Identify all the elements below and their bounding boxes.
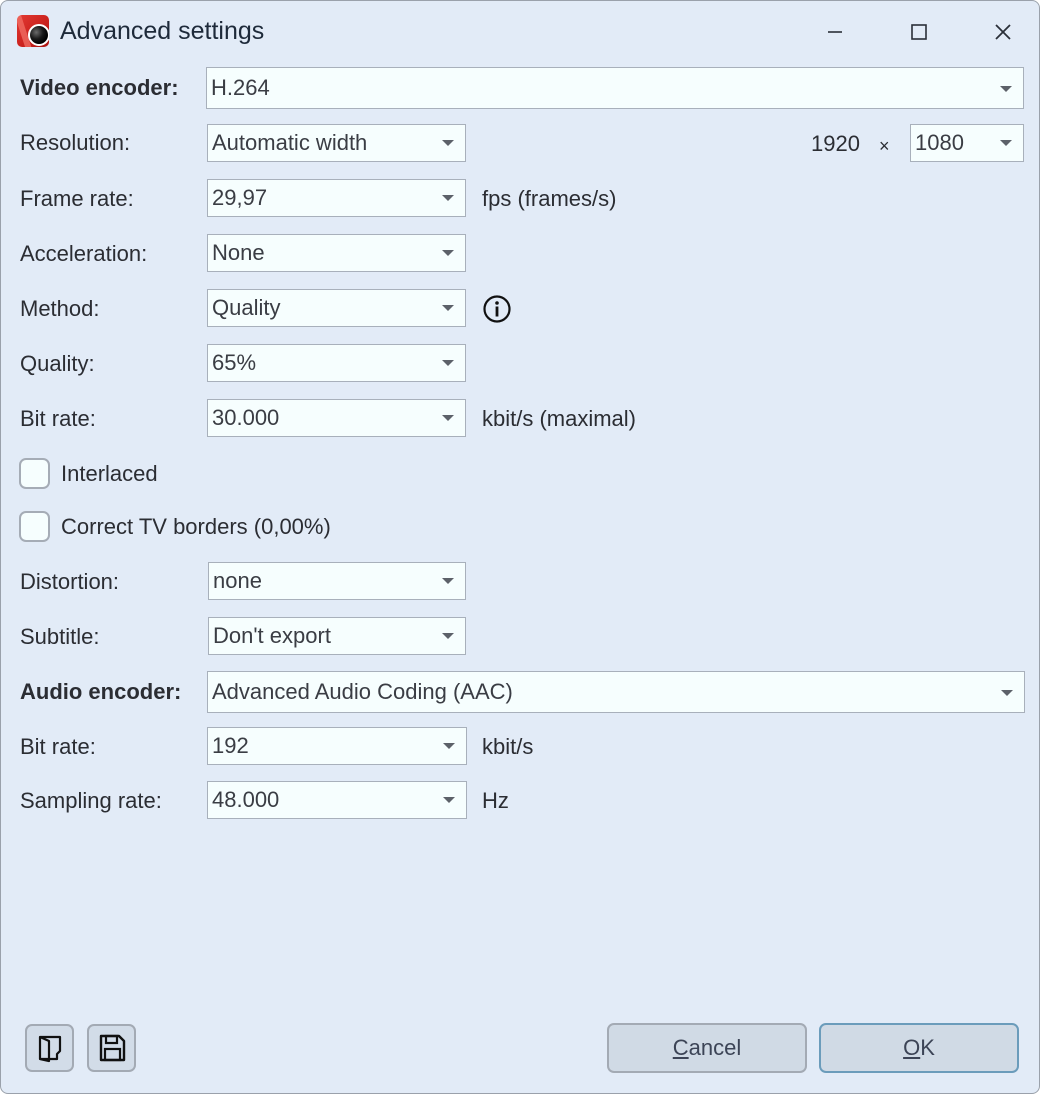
frame-rate-label: Frame rate:	[20, 186, 134, 211]
video-bit-rate-select[interactable]: 30.000	[207, 399, 466, 437]
resolution-height-select[interactable]: 1080	[910, 124, 1024, 162]
quality-label: Quality:	[20, 351, 95, 376]
quality-value: 65%	[212, 350, 257, 375]
subtitle-select[interactable]: Don't export	[208, 617, 466, 655]
chevron-down-icon	[443, 797, 455, 803]
quality-select[interactable]: 65%	[207, 344, 466, 382]
correct-tv-borders-label[interactable]: Correct TV borders (0,00%)	[61, 512, 331, 542]
distortion-value: none	[213, 568, 262, 593]
ok-mnemonic: O	[903, 1035, 921, 1060]
info-icon[interactable]	[482, 294, 512, 324]
save-preset-button[interactable]	[87, 1024, 136, 1072]
correct-tv-borders-checkbox[interactable]	[19, 511, 50, 542]
audio-encoder-value: Advanced Audio Coding (AAC)	[212, 679, 513, 704]
acceleration-label: Acceleration:	[20, 241, 148, 266]
subtitle-label: Subtitle:	[20, 624, 100, 649]
video-encoder-select[interactable]: H.264	[206, 67, 1024, 109]
minimize-button[interactable]	[818, 15, 852, 49]
interlaced-checkbox[interactable]	[19, 458, 50, 489]
chevron-down-icon	[442, 305, 454, 311]
app-camera-icon	[17, 15, 49, 47]
chevron-down-icon	[442, 633, 454, 639]
chevron-down-icon	[1000, 140, 1012, 146]
audio-bit-rate-select[interactable]: 192	[207, 727, 467, 765]
video-encoder-value: H.264	[211, 75, 270, 100]
cancel-button[interactable]: Cancel	[607, 1023, 807, 1073]
audio-encoder-label: Audio encoder:	[20, 679, 182, 704]
chevron-down-icon	[442, 195, 454, 201]
open-preset-button[interactable]	[25, 1024, 74, 1072]
audio-bit-rate-label: Bit rate:	[20, 734, 96, 759]
chevron-down-icon	[442, 415, 454, 421]
resolution-width: 1920	[811, 131, 860, 156]
ok-button[interactable]: OK	[819, 1023, 1019, 1073]
frame-rate-unit: fps (frames/s)	[482, 186, 617, 211]
sampling-rate-unit: Hz	[482, 788, 509, 813]
method-label: Method:	[20, 296, 100, 321]
acceleration-value: None	[212, 240, 265, 265]
close-icon	[995, 24, 1011, 40]
chevron-down-icon	[442, 140, 454, 146]
chevron-down-icon	[1001, 690, 1013, 696]
video-bit-rate-unit: kbit/s (maximal)	[482, 406, 637, 431]
chevron-down-icon	[443, 743, 455, 749]
chevron-down-icon	[442, 250, 454, 256]
close-button[interactable]	[986, 15, 1020, 49]
acceleration-select[interactable]: None	[207, 234, 466, 272]
resolution-value: Automatic width	[212, 130, 368, 155]
audio-bit-rate-value: 192	[212, 733, 249, 758]
maximize-icon	[911, 24, 927, 40]
subtitle-value: Don't export	[213, 623, 331, 648]
chevron-down-icon	[1000, 86, 1012, 92]
cancel-label: ancel	[688, 1035, 742, 1060]
maximize-button[interactable]	[902, 15, 936, 49]
frame-rate-select[interactable]: 29,97	[207, 179, 466, 217]
cancel-mnemonic: C	[672, 1035, 689, 1060]
ok-label: K	[920, 1035, 935, 1060]
video-bit-rate-label: Bit rate:	[20, 406, 96, 431]
minimize-icon	[828, 31, 842, 33]
distortion-label: Distortion:	[20, 569, 120, 594]
sampling-rate-label: Sampling rate:	[20, 788, 162, 813]
audio-bit-rate-unit: kbit/s	[482, 734, 534, 759]
open-preset-icon	[38, 1035, 61, 1063]
method-value: Quality	[212, 295, 281, 320]
advanced-settings-dialog: Advanced settings Video encoder: H.264 R…	[0, 0, 1040, 1094]
window-title: Advanced settings	[60, 17, 265, 45]
audio-encoder-select[interactable]: Advanced Audio Coding (AAC)	[207, 671, 1025, 713]
resolution-select[interactable]: Automatic width	[207, 124, 466, 162]
video-encoder-label: Video encoder:	[20, 75, 179, 100]
title-bar: Advanced settings	[1, 1, 1039, 61]
resolution-times-sign: ×	[879, 136, 890, 156]
video-bit-rate-value: 30.000	[212, 405, 280, 430]
chevron-down-icon	[442, 360, 454, 366]
resolution-height-value: 1080	[915, 130, 964, 155]
chevron-down-icon	[442, 578, 454, 584]
frame-rate-value: 29,97	[212, 185, 268, 210]
interlaced-label[interactable]: Interlaced	[61, 459, 158, 489]
method-select[interactable]: Quality	[207, 289, 466, 327]
save-icon	[99, 1034, 125, 1062]
distortion-select[interactable]: none	[208, 562, 466, 600]
sampling-rate-select[interactable]: 48.000	[207, 781, 467, 819]
sampling-rate-value: 48.000	[212, 787, 280, 812]
resolution-label: Resolution:	[20, 130, 131, 155]
